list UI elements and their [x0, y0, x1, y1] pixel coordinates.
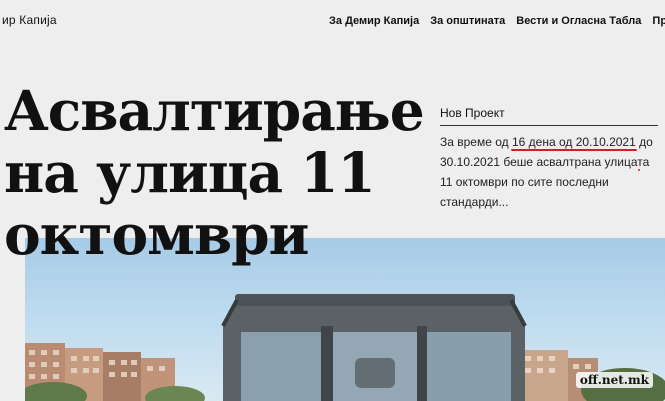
project-summary: Нов Проект За време од 16 дена од 20.10.… — [440, 106, 662, 212]
divider — [440, 125, 658, 126]
nav-news-board[interactable]: Вести и Огласна Табла — [516, 15, 641, 27]
page-title: Асвалтирање на улица 11 октомври — [4, 78, 425, 267]
title-line-3: октомври — [4, 202, 309, 267]
summary-text-start: За време од — [440, 135, 512, 149]
site-name[interactable]: ир Капија — [2, 13, 57, 27]
title-line-1: Асвалтирање — [4, 78, 425, 143]
nav-about-demir-kapija[interactable]: За Демир Капија — [329, 15, 419, 27]
project-description: За време од 16 дена од 20.10.2021 до 30.… — [440, 132, 662, 212]
watermark: off.net.mk — [575, 372, 653, 388]
nav-about-municipality[interactable]: За општината — [430, 15, 505, 27]
title-line-2: на улица 11 — [4, 140, 376, 205]
nav-projects[interactable]: Проекти — [652, 15, 665, 27]
main-nav: За Демир Капија За општината Вести и Огл… — [329, 15, 665, 27]
project-label: Нов Проект — [440, 106, 505, 120]
highlighted-date-range: 16 дена од 20.10.2021 — [511, 135, 636, 149]
